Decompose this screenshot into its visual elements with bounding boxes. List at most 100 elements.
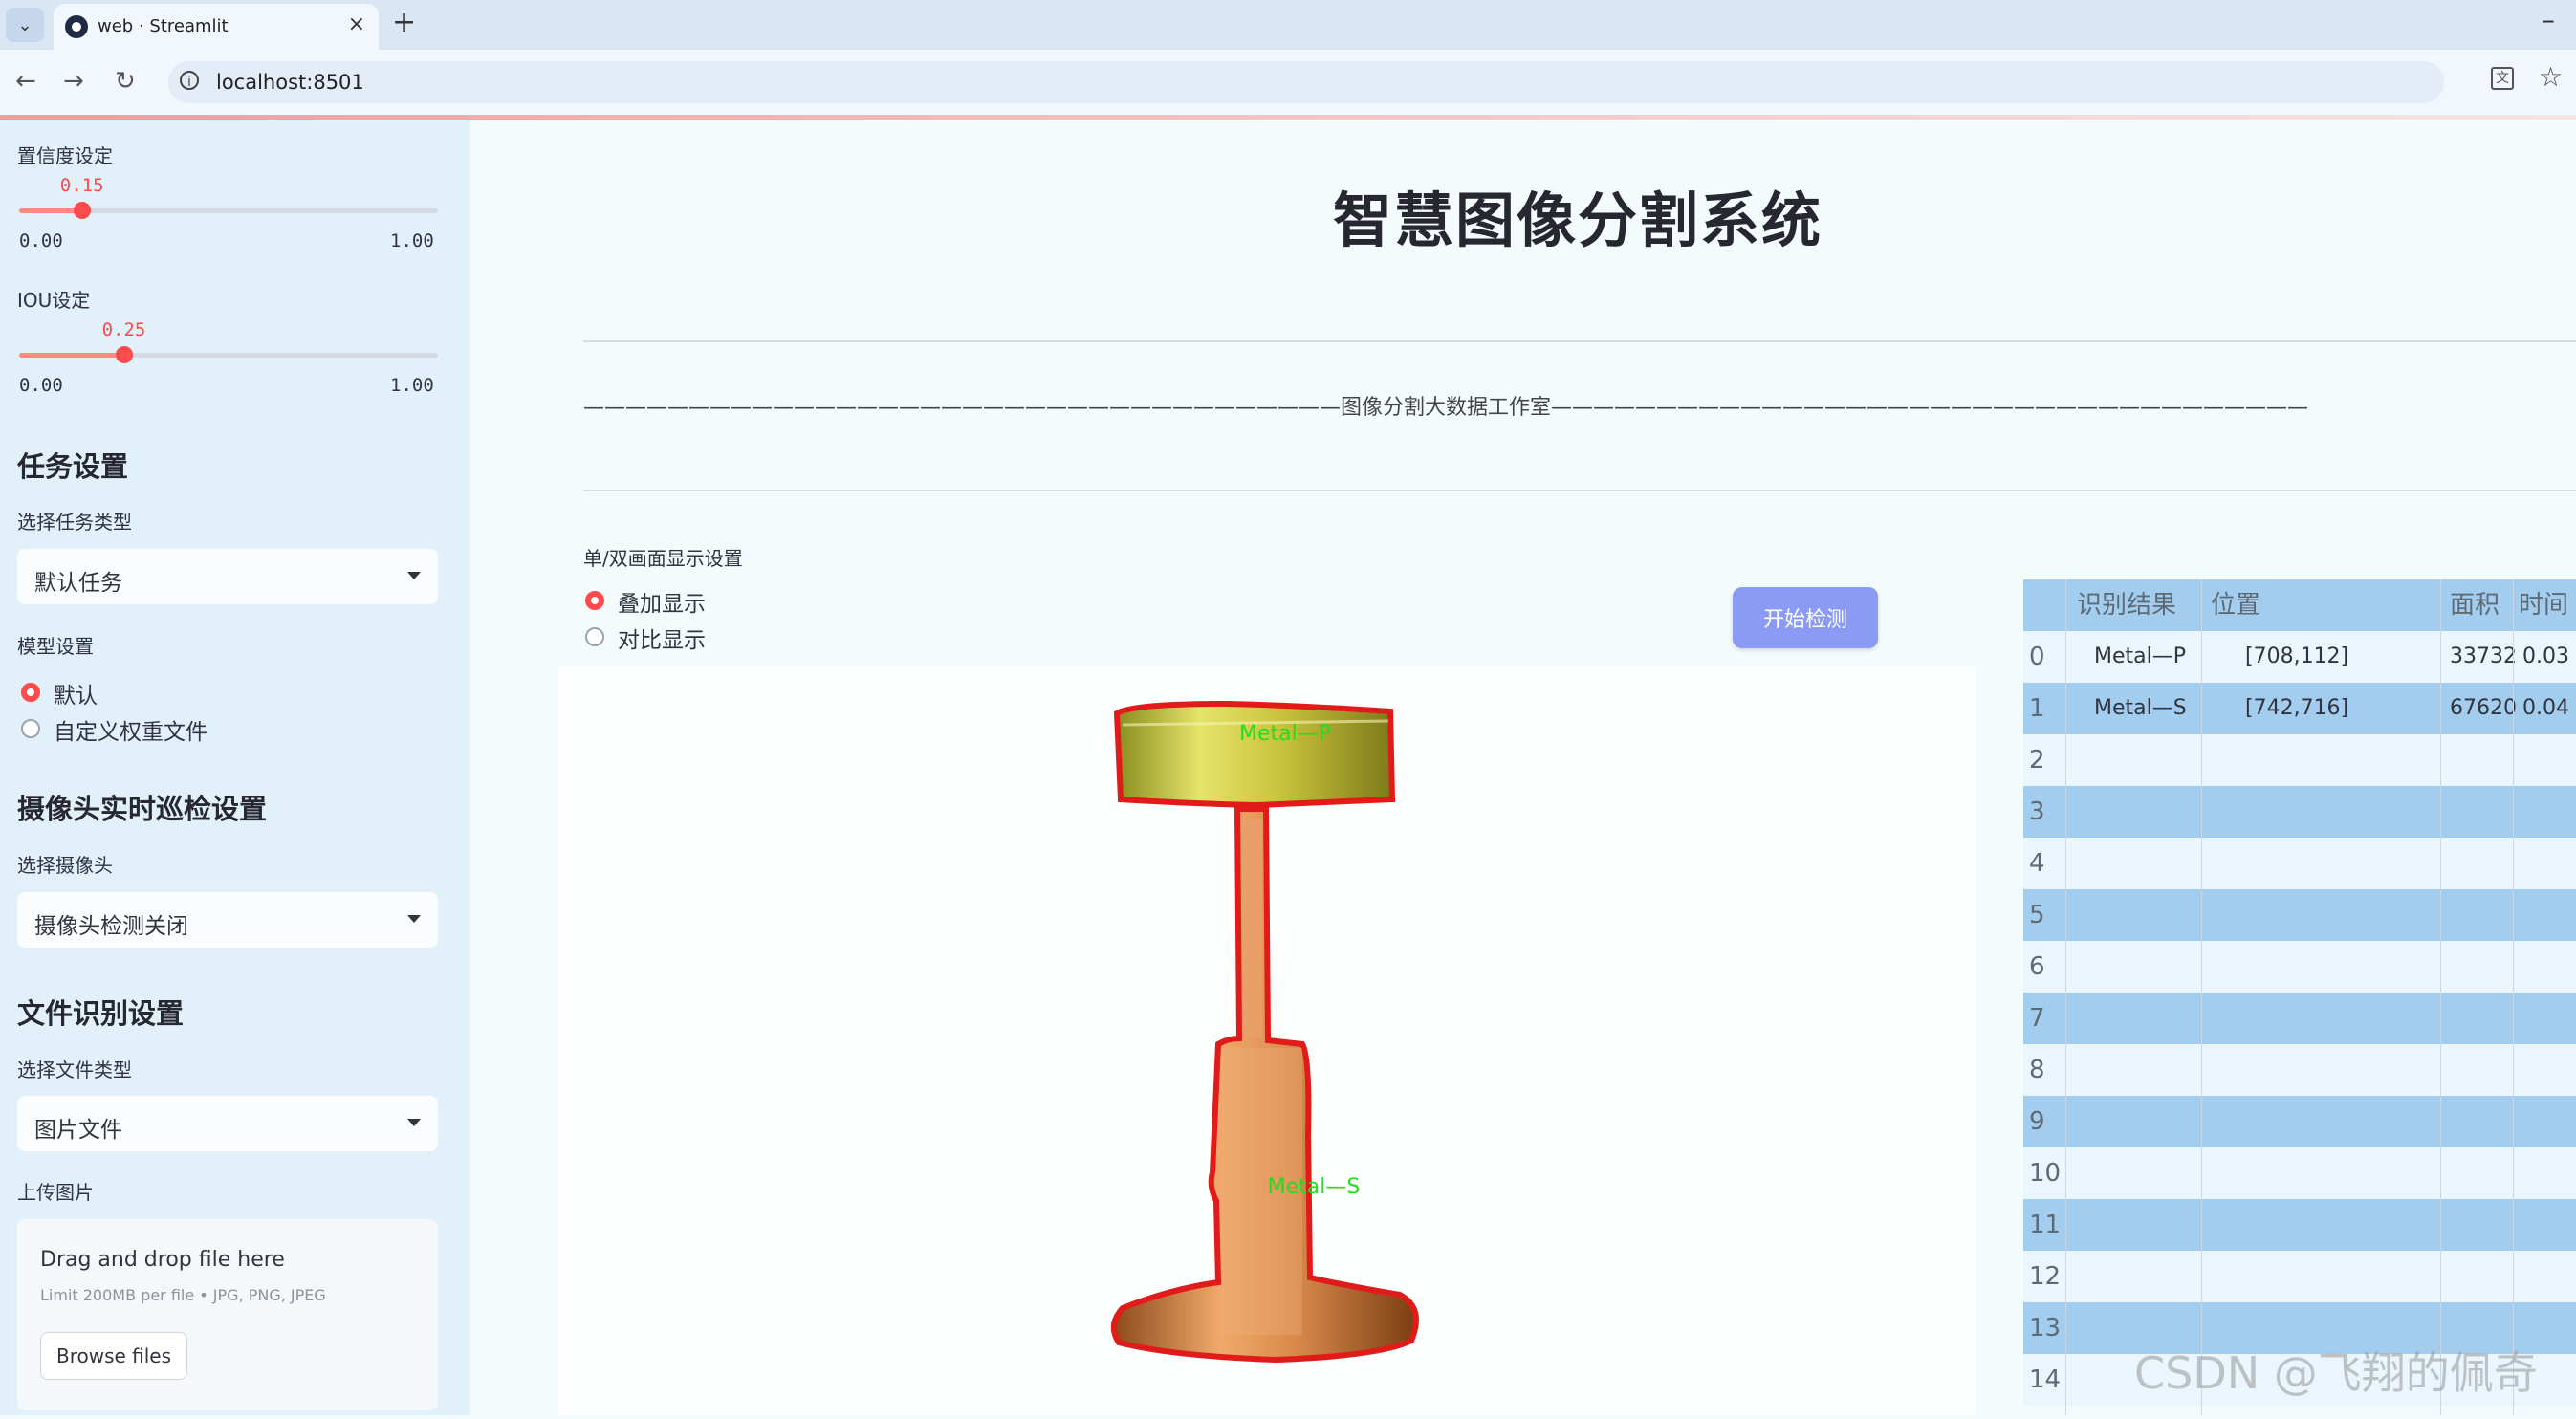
task-type-select[interactable]: 默认任务	[17, 549, 438, 604]
model-default-label: 默认	[54, 684, 98, 709]
row-index: 14	[2029, 1365, 2062, 1394]
browse-files-button[interactable]: Browse files	[40, 1332, 187, 1380]
chevron-down-icon	[407, 572, 421, 579]
divider	[583, 490, 2576, 491]
row-index: 11	[2029, 1211, 2062, 1239]
iou-label: IOU设定	[17, 289, 91, 312]
overlay-display-radio[interactable]	[585, 591, 604, 610]
cell-time: 0.03	[2522, 644, 2569, 668]
minimize-icon[interactable]: –	[2542, 4, 2555, 35]
metal-s-mask	[1110, 806, 1419, 1364]
dropzone-limit: Limit 200MB per file • JPG, PNG, JPEG	[40, 1286, 326, 1304]
iou-value: 0.25	[101, 319, 146, 340]
col-header-time: 时间	[2519, 591, 2569, 620]
tab-title: web · Streamlit	[98, 16, 229, 36]
file-type-value: 图片文件	[34, 1118, 122, 1143]
table-row[interactable]: 9	[2023, 1096, 2576, 1147]
column-divider	[2513, 579, 2514, 1415]
site-info-icon[interactable]: i	[180, 71, 199, 90]
file-dropzone[interactable]: Drag and drop file here Limit 200MB per …	[17, 1219, 438, 1410]
row-index: 2	[2029, 746, 2045, 775]
table-row[interactable]: 3	[2023, 786, 2576, 838]
column-divider	[2201, 579, 2202, 1415]
task-type-value: 默认任务	[34, 571, 122, 596]
display-mode-label: 单/双画面显示设置	[583, 547, 743, 570]
table-row[interactable]: 2	[2023, 734, 2576, 786]
task-section-title: 任务设置	[17, 450, 129, 483]
row-index: 1	[2029, 694, 2045, 723]
chevron-down-icon	[407, 1119, 421, 1126]
forward-icon[interactable]: →	[63, 67, 84, 96]
plus-icon[interactable]: +	[392, 6, 416, 39]
close-icon[interactable]: ×	[348, 12, 365, 36]
column-divider	[2065, 579, 2066, 1415]
table-row[interactable]: 5	[2023, 889, 2576, 941]
watermark: CSDN @飞翔的佩奇	[2134, 1347, 2538, 1399]
url-text: localhost:8501	[216, 71, 364, 94]
cell-area: 33732	[2450, 644, 2517, 668]
camera-value: 摄像头检测关闭	[34, 914, 188, 939]
row-index: 4	[2029, 849, 2045, 878]
page-title: 智慧图像分割系统	[1332, 186, 1823, 255]
translate-icon[interactable]: 文	[2491, 67, 2514, 90]
row-index: 6	[2029, 952, 2045, 981]
browser-tab[interactable]: web · Streamlit ×	[54, 4, 379, 50]
iou-slider-thumb[interactable]	[115, 346, 133, 363]
section-divider-text: ————————————————————————————————————图像分割…	[583, 396, 2309, 420]
file-type-select[interactable]: 图片文件	[17, 1096, 438, 1151]
iou-slider[interactable]	[19, 346, 438, 363]
star-icon[interactable]: ☆	[2539, 61, 2563, 93]
row-index: 10	[2029, 1159, 2062, 1188]
cell-result: Metal—P	[2094, 644, 2187, 668]
camera-section-title: 摄像头实时巡检设置	[17, 793, 268, 825]
table-row[interactable]: 0 Metal—P [708,112] 33732 0.03	[2023, 631, 2576, 683]
table-row[interactable]: 4	[2023, 838, 2576, 889]
row-index: 8	[2029, 1056, 2045, 1084]
browser-tab-strip: ⌄ web · Streamlit × + –	[0, 0, 2576, 50]
table-row[interactable]: 11	[2023, 1199, 2576, 1251]
streamlit-favicon-icon	[65, 15, 88, 38]
result-image-panel: Metal—P Metal—S	[558, 666, 1976, 1415]
chevron-down-icon	[407, 915, 421, 923]
iou-slider-fill	[19, 353, 124, 358]
row-index: 7	[2029, 1004, 2045, 1033]
address-bar-row: ← → ↻ i localhost:8501 文 ☆	[0, 50, 2576, 115]
start-detection-button[interactable]: 开始检测	[1733, 587, 1878, 648]
row-index: 12	[2029, 1262, 2062, 1291]
url-field[interactable]: i localhost:8501	[168, 61, 2444, 103]
upload-label: 上传图片	[17, 1181, 94, 1204]
task-select-label: 选择任务类型	[17, 511, 132, 534]
row-index: 13	[2029, 1314, 2062, 1343]
compare-display-radio[interactable]	[585, 627, 604, 646]
file-select-label: 选择文件类型	[17, 1059, 132, 1081]
model-default-radio[interactable]	[21, 683, 40, 702]
chevron-down-icon[interactable]: ⌄	[6, 8, 44, 42]
iou-max: 1.00	[390, 375, 434, 396]
back-icon[interactable]: ←	[15, 67, 36, 96]
model-section-label: 模型设置	[17, 635, 94, 658]
table-row[interactable]: 8	[2023, 1044, 2576, 1096]
results-table[interactable]: 识别结果 位置 面积 时间 0 Metal—P [708,112] 33732 0.03…	[2023, 579, 2576, 1415]
camera-select[interactable]: 摄像头检测关闭	[17, 892, 438, 948]
row-index: 5	[2029, 901, 2045, 929]
cell-result: Metal—S	[2094, 696, 2187, 720]
divider	[583, 340, 2576, 342]
table-header: 识别结果 位置 面积 时间	[2023, 579, 2576, 631]
table-row[interactable]: 10	[2023, 1147, 2576, 1199]
table-row[interactable]: 6	[2023, 941, 2576, 993]
row-index: 9	[2029, 1107, 2045, 1136]
model-custom-radio[interactable]	[21, 719, 40, 738]
camera-select-label: 选择摄像头	[17, 854, 113, 877]
table-row[interactable]: 1 Metal—S [742,716] 67620 0.04	[2023, 683, 2576, 734]
table-row[interactable]: 7	[2023, 993, 2576, 1044]
overlay-display-label: 叠加显示	[618, 592, 706, 617]
file-section-title: 文件识别设置	[17, 997, 185, 1030]
col-header-area: 面积	[2450, 591, 2500, 620]
row-index: 0	[2029, 643, 2045, 671]
reload-icon[interactable]: ↻	[115, 67, 136, 96]
segmentation-image: Metal—P Metal—S	[1110, 700, 1419, 1364]
metal-s-label: Metal—S	[1268, 1175, 1361, 1199]
table-row[interactable]: 12	[2023, 1251, 2576, 1302]
metal-p-mask	[1113, 700, 1396, 809]
cell-time: 0.04	[2522, 696, 2569, 720]
